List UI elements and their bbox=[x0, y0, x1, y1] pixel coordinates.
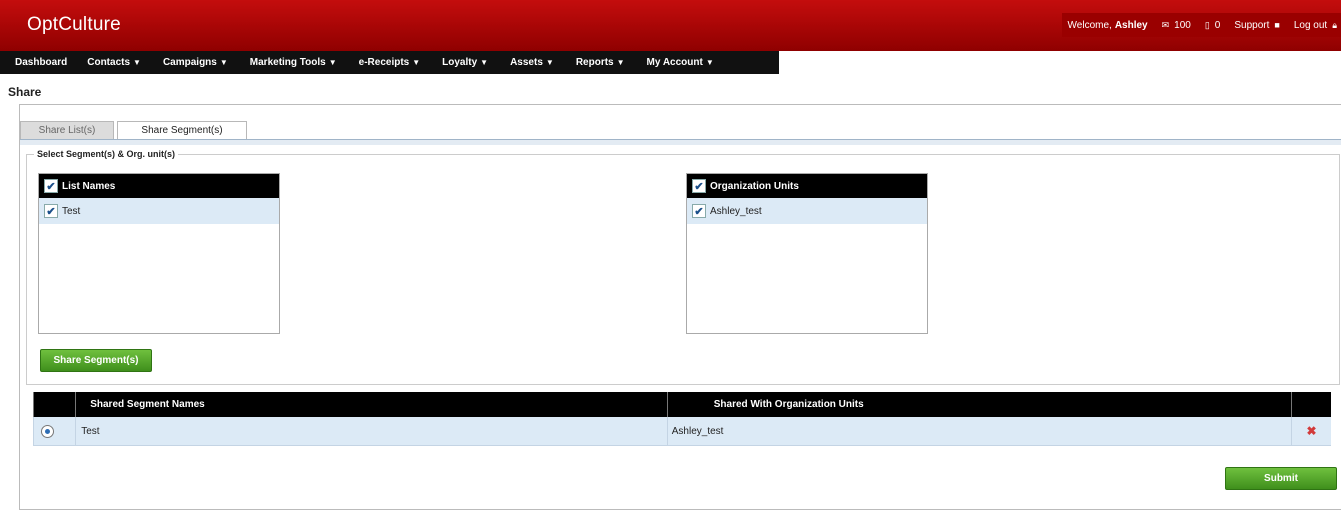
email-count: 100 bbox=[1174, 19, 1191, 31]
caret-down-icon: ▼ bbox=[412, 58, 421, 67]
org-units-box: ✔ Organization Units ✔ Ashley_test bbox=[686, 173, 928, 334]
welcome-message: Welcome, Ashley bbox=[1068, 20, 1148, 31]
logo-opt-text: Opt bbox=[27, 14, 59, 35]
support-link[interactable]: Support ■ bbox=[1234, 20, 1279, 31]
phone-icon: ▯ bbox=[1204, 19, 1210, 30]
sms-credits[interactable]: ▯ 0 bbox=[1205, 20, 1221, 31]
submit-button[interactable]: Submit bbox=[1225, 467, 1337, 490]
delete-cell[interactable]: ✖ bbox=[1291, 417, 1331, 446]
segment-name-cell: Test bbox=[75, 417, 668, 446]
username: Ashley bbox=[1114, 19, 1148, 31]
caret-down-icon: ▼ bbox=[705, 58, 714, 67]
nav-assets[interactable]: Assets ▼ bbox=[502, 57, 562, 68]
nav-label: Assets bbox=[510, 57, 543, 68]
nav-reports[interactable]: Reports ▼ bbox=[568, 57, 633, 68]
nav-spacer bbox=[779, 51, 1341, 74]
nav-label: Dashboard bbox=[15, 57, 68, 68]
select-all-lists-checkbox[interactable]: ✔ bbox=[44, 179, 58, 193]
row-radio[interactable] bbox=[41, 424, 54, 438]
nav-dashboard[interactable]: Dashboard bbox=[0, 57, 75, 68]
org-unit-cell: Ashley_test bbox=[666, 417, 1292, 446]
list-names-box: ✔ List Names ✔ Test bbox=[38, 173, 280, 334]
user-bar: Welcome, Ashley ✉ 100 ▯ 0 Support ■ Log … bbox=[1061, 13, 1341, 37]
shared-segments-table: Shared Segment Names Shared With Organiz… bbox=[32, 392, 1331, 446]
page-title: Share bbox=[8, 85, 42, 99]
row-select-cell[interactable] bbox=[32, 417, 76, 446]
org-units-header: ✔ Organization Units bbox=[687, 174, 927, 198]
delete-x-icon[interactable]: ✖ bbox=[1306, 424, 1316, 438]
caret-down-icon: ▼ bbox=[219, 58, 228, 67]
org-unit-checkbox[interactable]: ✔ bbox=[692, 204, 706, 218]
share-segments-button[interactable]: Share Segment(s) bbox=[40, 349, 152, 372]
nav-loyalty[interactable]: Loyalty ▼ bbox=[434, 57, 496, 68]
nav-label: e-Receipts bbox=[358, 57, 410, 68]
nav-contacts[interactable]: Contacts ▼ bbox=[79, 57, 149, 68]
briefcase-icon: ■ bbox=[1274, 20, 1280, 30]
support-label: Support bbox=[1234, 19, 1270, 31]
logo-culture-text: Culture bbox=[58, 14, 121, 35]
fieldset-legend: Select Segment(s) & Org. unit(s) bbox=[34, 149, 179, 159]
table-header-row: Shared Segment Names Shared With Organiz… bbox=[32, 392, 1331, 417]
nav-marketing-tools[interactable]: Marketing Tools ▼ bbox=[242, 57, 345, 68]
select-all-orgs-checkbox[interactable]: ✔ bbox=[692, 179, 706, 193]
nav-label: Campaigns bbox=[162, 57, 217, 68]
optculture-logo[interactable]: OptCulture bbox=[27, 14, 121, 36]
caret-down-icon: ▼ bbox=[545, 58, 554, 67]
nav-label: Contacts bbox=[87, 57, 131, 68]
list-item-checkbox[interactable]: ✔ bbox=[44, 204, 58, 218]
logout-link[interactable]: Log out 🔒︎ bbox=[1294, 20, 1337, 31]
list-names-header: ✔ List Names bbox=[39, 174, 279, 198]
tab-band bbox=[20, 140, 1341, 145]
checkmark-icon: ✔ bbox=[694, 205, 704, 218]
tab-share-lists[interactable]: Share List(s) bbox=[20, 121, 114, 140]
nav-label: Reports bbox=[575, 57, 614, 68]
nav-my-account[interactable]: My Account ▼ bbox=[639, 57, 722, 68]
org-units-header-label: Organization Units bbox=[710, 180, 799, 192]
nav-e-receipts[interactable]: e-Receipts ▼ bbox=[351, 57, 429, 68]
col-select-header bbox=[32, 392, 76, 417]
list-names-header-label: List Names bbox=[62, 180, 116, 192]
nav-label: Loyalty bbox=[442, 57, 478, 68]
main-nav: Dashboard Contacts ▼ Campaigns ▼ Marketing… bbox=[0, 51, 779, 74]
caret-down-icon: ▼ bbox=[616, 58, 625, 67]
list-item[interactable]: ✔ Test bbox=[39, 198, 279, 224]
sms-count: 0 bbox=[1214, 19, 1221, 31]
envelope-icon: ✉ bbox=[1161, 19, 1170, 30]
checkmark-icon: ✔ bbox=[46, 205, 56, 218]
nav-label: Marketing Tools bbox=[249, 57, 326, 68]
logout-label: Log out bbox=[1293, 19, 1328, 31]
col-org-units-header: Shared With Organization Units bbox=[666, 392, 1292, 417]
welcome-label: Welcome, bbox=[1067, 19, 1112, 31]
col-segment-names-header: Shared Segment Names bbox=[75, 392, 668, 417]
caret-down-icon: ▼ bbox=[328, 58, 337, 67]
nav-campaigns[interactable]: Campaigns ▼ bbox=[155, 57, 236, 68]
radio-dot-icon bbox=[45, 428, 50, 434]
email-credits[interactable]: ✉ 100 bbox=[1162, 20, 1191, 31]
org-unit-item[interactable]: ✔ Ashley_test bbox=[687, 198, 927, 224]
col-delete-header bbox=[1291, 392, 1331, 417]
caret-down-icon: ▼ bbox=[480, 58, 489, 67]
app-header: OptCulture Welcome, Ashley ✉ 100 ▯ 0 Sup… bbox=[0, 0, 1341, 51]
tab-share-segments[interactable]: Share Segment(s) bbox=[117, 121, 247, 141]
checkmark-icon: ✔ bbox=[694, 180, 704, 193]
table-row: Test Ashley_test ✖ bbox=[32, 417, 1331, 446]
checkmark-icon: ✔ bbox=[46, 180, 56, 193]
list-item-label: Test bbox=[62, 205, 81, 217]
caret-down-icon: ▼ bbox=[133, 58, 141, 67]
org-unit-label: Ashley_test bbox=[710, 205, 762, 217]
lock-icon: 🔒︎ bbox=[1332, 19, 1337, 30]
nav-label: My Account bbox=[646, 57, 703, 68]
